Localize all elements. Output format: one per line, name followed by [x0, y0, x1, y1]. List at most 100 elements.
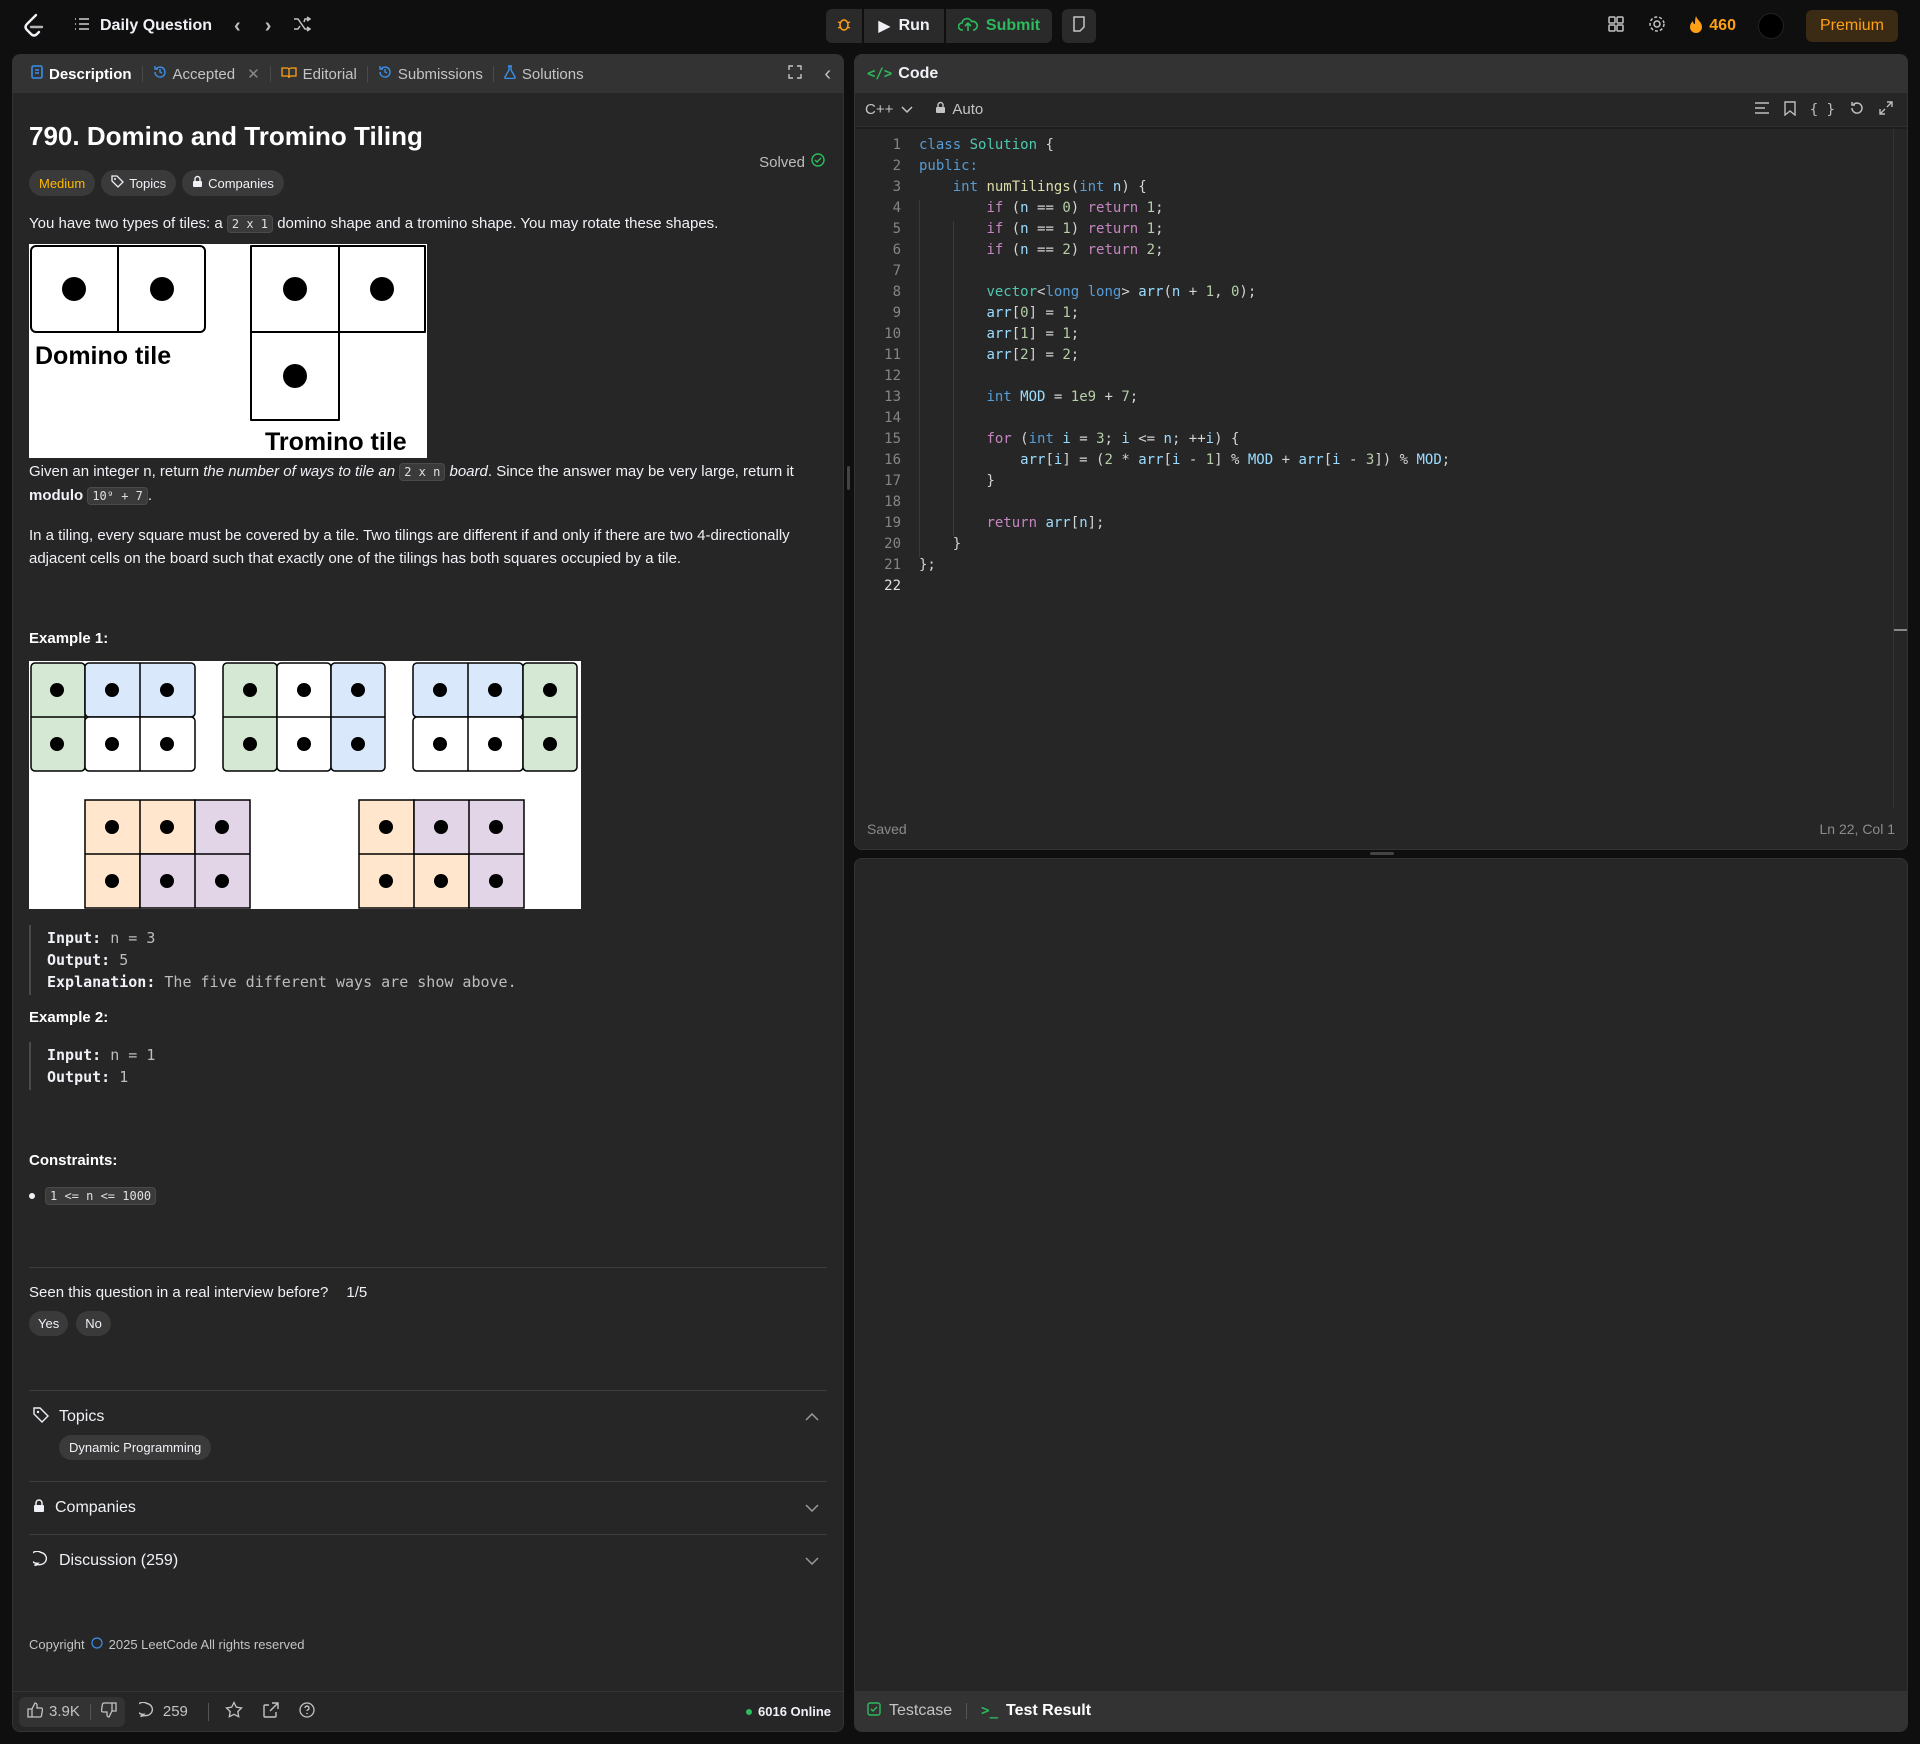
layout-grid-icon[interactable] — [1607, 15, 1625, 37]
copyright-text: 2025 LeetCode All rights reserved — [108, 1637, 305, 1652]
line-number: 12 — [884, 368, 901, 384]
code-line[interactable]: 5 if (n == 1) return 1; — [855, 221, 1907, 242]
line-number: 6 — [892, 242, 901, 258]
code-line[interactable]: 18 — [855, 494, 1907, 515]
code-line[interactable]: 13 int MOD = 1e9 + 7; — [855, 389, 1907, 410]
label: Explanation: — [47, 973, 156, 991]
language-select[interactable]: C++ — [865, 101, 913, 118]
code-editor[interactable]: 1 class Solution {2 public: 3 int numTiling… — [855, 129, 1907, 809]
share-icon[interactable] — [263, 1701, 279, 1722]
code-line[interactable]: 8 vector<long long> arr(n + 1, 0); — [855, 284, 1907, 305]
chevron-down-icon[interactable] — [805, 1499, 819, 1517]
notes-button[interactable] — [1062, 9, 1096, 43]
code-line[interactable]: 6 if (n == 2) return 2; — [855, 242, 1907, 263]
shuffle-icon[interactable] — [293, 15, 312, 37]
tab-solutions[interactable]: Solutions — [494, 55, 594, 93]
tab-submissions[interactable]: Submissions — [368, 55, 493, 93]
help-icon[interactable] — [299, 1701, 315, 1722]
problem-list-button[interactable]: Daily Question ‹ › — [74, 0, 312, 52]
code-line[interactable]: 21}; — [855, 557, 1907, 578]
code-line[interactable]: 9 arr[0] = 1; — [855, 305, 1907, 326]
comment-count-button[interactable]: 259 — [135, 1701, 188, 1722]
code-line[interactable]: 4 if (n == 0) return 1; — [855, 200, 1907, 221]
mode-label: Auto — [952, 101, 984, 118]
expand-icon[interactable] — [1879, 101, 1893, 119]
topics-accordion[interactable]: Topics — [29, 1391, 827, 1443]
code-line[interactable]: 16 arr[i] = (2 * arr[i - 1] % MOD + arr[… — [855, 452, 1907, 473]
line-code: public: — [919, 158, 979, 174]
gear-icon[interactable] — [1647, 14, 1667, 38]
tab-accepted[interactable]: Accepted ✕ — [143, 55, 270, 93]
tab-label: Submissions — [397, 65, 483, 83]
code-line[interactable]: 20 } — [855, 536, 1907, 557]
bookmark-icon[interactable] — [1784, 100, 1796, 120]
braces-icon[interactable]: { } — [1810, 102, 1835, 118]
description-paragraph-2: Given an integer n, return the number of… — [29, 460, 827, 508]
submit-button[interactable]: Submit — [946, 9, 1052, 43]
description-footer: 3.9K 259 6016 Online — [13, 1691, 843, 1731]
format-icon[interactable] — [1754, 101, 1770, 119]
text: You have two types of tiles: a — [29, 215, 227, 232]
avatar[interactable] — [1757, 13, 1784, 39]
vertical-resize-handle[interactable] — [847, 466, 850, 490]
example-1-input: Input: n = 3 — [47, 927, 827, 949]
chevron-right-icon[interactable]: › — [265, 15, 272, 38]
code-line[interactable]: 3 int numTilings(int n) { — [855, 179, 1907, 200]
constraints-title: Constraints: — [29, 1152, 118, 1169]
panel-resize-handle[interactable] — [1370, 852, 1394, 855]
history-icon — [378, 65, 392, 83]
companies-accordion[interactable]: Companies — [29, 1482, 827, 1534]
chevron-down-icon[interactable] — [805, 1552, 819, 1570]
code-line[interactable]: 15 for (int i = 3; i <= n; ++i) { — [855, 431, 1907, 452]
code-line[interactable]: 1 class Solution { — [855, 137, 1907, 158]
thumbs-down-icon[interactable] — [100, 1701, 117, 1722]
code-line[interactable]: 11 arr[2] = 2; — [855, 347, 1907, 368]
maximize-icon[interactable] — [788, 65, 803, 83]
tag-icon — [111, 175, 125, 191]
history-icon — [153, 65, 167, 83]
code-line[interactable]: 2 public: — [855, 158, 1907, 179]
problem-title[interactable]: 790. Domino and Tromino Tiling — [29, 121, 827, 152]
run-submit-group: ▶ Run Submit — [826, 9, 1096, 43]
code-line[interactable]: 12 — [855, 368, 1907, 389]
run-button[interactable]: ▶ Run — [864, 9, 944, 43]
cloud-upload-icon — [957, 16, 978, 37]
lock-icon — [192, 175, 203, 191]
auto-mode[interactable]: Auto — [935, 101, 983, 118]
online-indicator: 6016 Online — [746, 1704, 831, 1719]
collapse-left-icon[interactable]: ‹ — [824, 63, 831, 86]
panel-controls: ‹ — [788, 55, 831, 93]
test-panel: Testcase >_ Test Result — [854, 858, 1908, 1732]
companies-chip[interactable]: Companies — [182, 170, 284, 196]
example-1-output: Output: 5 — [47, 949, 827, 971]
code-line[interactable]: 14 — [855, 410, 1907, 431]
discussion-accordion[interactable]: Discussion (259) — [29, 1535, 827, 1587]
topics-chip[interactable]: Topics — [101, 170, 177, 196]
reset-icon[interactable] — [1849, 100, 1865, 120]
editor-scrollbar[interactable] — [1893, 129, 1907, 809]
debug-button[interactable] — [826, 9, 862, 43]
code-title: Code — [898, 65, 939, 82]
line-code: class Solution { — [919, 137, 1054, 153]
chevron-left-icon[interactable]: ‹ — [234, 15, 241, 38]
code-line[interactable]: 22 — [855, 578, 1907, 599]
streak-counter[interactable]: 460 — [1689, 15, 1736, 38]
tab-test-result[interactable]: >_ Test Result — [981, 1702, 1091, 1720]
leetcode-logo-icon[interactable] — [22, 0, 48, 52]
thumbs-up-icon[interactable] — [27, 1701, 44, 1722]
chevron-up-icon[interactable] — [805, 1408, 819, 1426]
tab-testcase[interactable]: Testcase — [867, 1701, 952, 1721]
line-number: 11 — [884, 347, 901, 363]
no-button[interactable]: No — [76, 1311, 111, 1336]
tab-description[interactable]: Description — [21, 55, 142, 93]
tab-editorial[interactable]: Editorial — [271, 55, 367, 93]
code-line[interactable]: 19 return arr[n]; — [855, 515, 1907, 536]
code-line[interactable]: 10 arr[1] = 1; — [855, 326, 1907, 347]
code-line[interactable]: 7 — [855, 263, 1907, 284]
code-line[interactable]: 17 } — [855, 473, 1907, 494]
yes-button[interactable]: Yes — [29, 1311, 69, 1336]
star-icon[interactable] — [225, 1700, 243, 1723]
premium-button[interactable]: Premium — [1805, 10, 1898, 42]
close-icon[interactable]: ✕ — [247, 65, 260, 83]
chip-label: Companies — [208, 175, 274, 191]
